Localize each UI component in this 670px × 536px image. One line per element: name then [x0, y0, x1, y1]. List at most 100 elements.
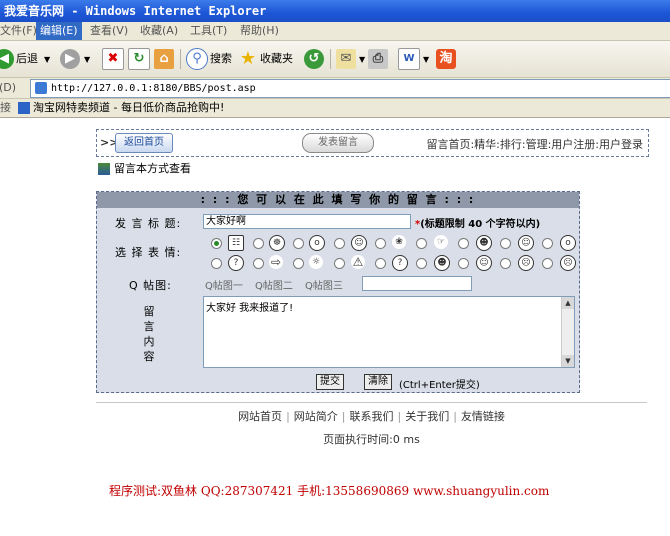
title-input[interactable]: 大家好啊 — [203, 214, 411, 229]
emotion-label: 选 择 表 情: — [115, 246, 182, 259]
emotion-radio-11[interactable] — [253, 258, 264, 269]
links-item[interactable]: 淘宝网特卖频道 - 每日低价商品抢购中! — [18, 99, 224, 117]
guestbook-icon — [98, 163, 110, 175]
taobao-button[interactable]: 淘 — [436, 47, 456, 71]
print-button[interactable]: ⎙ — [368, 47, 388, 71]
emotion-radio-17[interactable] — [500, 258, 511, 269]
shortcut-hint: (Ctrl+Enter提交) — [399, 380, 480, 391]
emotion-radio-4[interactable] — [334, 238, 345, 249]
footer-links: 网站首页 | 网站简介 | 联系我们 | 关于我们 | 友情链接 — [238, 410, 505, 423]
menu-view[interactable]: 查看(V) — [86, 22, 132, 40]
refresh-button[interactable]: ↻ — [128, 47, 150, 71]
stop-button[interactable]: ✖ — [102, 47, 124, 71]
favorites-button[interactable]: ★ 收藏夹 — [238, 47, 293, 71]
stop-icon: ✖ — [102, 48, 124, 70]
back-arrow-icon: ◀ — [0, 49, 14, 69]
emotion-radio-8[interactable] — [500, 238, 511, 249]
emotion-radio-16[interactable] — [458, 258, 469, 269]
footer-link-friends[interactable]: 友情链接 — [461, 410, 505, 423]
smile-face-icon: ☺ — [351, 235, 367, 251]
menu-tools[interactable]: 工具(T) — [186, 22, 231, 40]
back-button[interactable]: ◀ 后退 ▼ — [0, 47, 50, 71]
view-mode-link[interactable]: 留言本方式查看 — [98, 160, 191, 176]
star-icon: ★ — [239, 48, 257, 69]
emotion-radio-6[interactable] — [416, 238, 427, 249]
sunglasses-face-icon: ☻ — [434, 255, 450, 271]
mail-icon: ✉ — [336, 49, 356, 69]
menu-file[interactable]: 文件(F) — [0, 22, 41, 40]
forward-button[interactable]: ▶ ▼ — [60, 47, 90, 71]
forum-nav-bar: >> 返回首页 发表留言 留言首页:精华:排行:管理:用户注册:用户登录 — [96, 129, 649, 157]
history-icon: ↺ — [304, 49, 324, 69]
menu-help[interactable]: 帮助(H) — [236, 22, 283, 40]
title-note: *(标题限制 40 个字符以内) — [415, 219, 541, 230]
address-bar: 址(D) http://127.0.0.1:8180/BBS/post.asp — [0, 78, 670, 99]
emotion-radio-15[interactable] — [416, 258, 427, 269]
sad-face-icon: ☹ — [518, 255, 534, 271]
search-icon: ⚲ — [186, 48, 208, 70]
chevron-down-icon: ▼ — [423, 55, 430, 64]
question-icon: ? — [392, 255, 408, 271]
emotion-radio-13[interactable] — [334, 258, 345, 269]
history-button[interactable]: ↺ — [304, 47, 324, 71]
address-input[interactable]: http://127.0.0.1:8180/BBS/post.asp — [30, 79, 670, 98]
emotion-radio-5[interactable] — [375, 238, 386, 249]
message-label: 留言内容 — [143, 305, 155, 363]
cool-face-icon: ☺ — [518, 235, 534, 251]
browser-toolbar: ◀ 后退 ▼ ▶ ▼ ✖ ↻ ⌂ ⚲ 搜索 ★ 收藏夹 ↺ ✉ ▼ ⎙ W ▼ 淘 — [0, 41, 670, 78]
toolbar-separator — [330, 49, 331, 69]
footer-link-contact[interactable]: 联系我们 — [350, 410, 394, 423]
qpic-input[interactable] — [362, 276, 472, 291]
thumbs-up-icon: ☞ — [434, 235, 448, 249]
toolbar-separator — [180, 49, 181, 69]
post-message-button[interactable]: 发表留言 — [302, 133, 374, 153]
search-button[interactable]: ⚲ 搜索 — [186, 47, 232, 71]
surprised-face-icon: o — [309, 235, 325, 251]
home-button[interactable]: ⌂ — [154, 47, 174, 71]
shocked-face-icon: o — [560, 235, 576, 251]
footer-link-home[interactable]: 网站首页 — [238, 410, 282, 423]
emotion-radio-9[interactable] — [542, 238, 553, 249]
forum-nav-links[interactable]: 留言首页:精华:排行:管理:用户注册:用户登录 — [426, 136, 643, 152]
emotion-radio-2[interactable] — [253, 238, 264, 249]
emotion-radio-10[interactable] — [211, 258, 222, 269]
scroll-down-icon[interactable]: ▼ — [562, 355, 574, 367]
footer-link-about[interactable]: 关于我们 — [405, 410, 449, 423]
qpic-option-3[interactable]: Q帖图三 — [305, 277, 343, 292]
address-label: 址(D) — [0, 81, 17, 94]
footer-link-intro[interactable]: 网站简介 — [294, 410, 338, 423]
chevron-down-icon: ▼ — [44, 55, 51, 64]
edit-button[interactable]: W ▼ — [398, 47, 429, 71]
emotion-radio-3[interactable] — [293, 238, 304, 249]
page-icon — [18, 102, 30, 114]
menu-favorites[interactable]: 收藏(A) — [136, 22, 182, 40]
refresh-icon: ↻ — [128, 48, 150, 70]
message-textarea[interactable]: 大家好 我来报道了! ▲ ▼ — [203, 296, 575, 368]
grin-face-icon: ☻ — [476, 235, 492, 251]
emotion-radio-1[interactable] — [211, 238, 222, 249]
window-title: 我爱音乐网 - Windows Internet Explorer — [4, 4, 267, 18]
message-scrollbar[interactable]: ▲ ▼ — [561, 297, 574, 367]
mail-button[interactable]: ✉ ▼ — [336, 47, 365, 71]
submit-button[interactable]: 提交 — [316, 374, 344, 390]
leaf-icon: ❀ — [392, 235, 406, 249]
message-text: 大家好 我来报道了! — [206, 303, 294, 314]
scroll-up-icon[interactable]: ▲ — [562, 297, 574, 309]
confused-face-icon: ? — [228, 255, 244, 271]
qpic-option-2[interactable]: Q帖图二 — [255, 277, 293, 292]
emotion-radio-14[interactable] — [375, 258, 386, 269]
grimace-face-icon: ☸ — [269, 235, 285, 251]
emotion-radio-18[interactable] — [542, 258, 553, 269]
home-icon: ⌂ — [154, 49, 174, 69]
menu-edit[interactable]: 编辑(E) — [36, 22, 82, 40]
emotion-radio-12[interactable] — [293, 258, 304, 269]
qpic-label: Q 帖图: — [129, 279, 172, 292]
frown-face-icon: ☹ — [560, 255, 576, 271]
links-label: 接 — [0, 101, 11, 114]
clear-button[interactable]: 清除 — [364, 374, 392, 390]
back-home-button[interactable]: 返回首页 — [115, 133, 173, 153]
emotion-radio-7[interactable] — [458, 238, 469, 249]
qpic-option-1[interactable]: Q帖图一 — [205, 277, 243, 292]
page-icon — [35, 82, 47, 94]
credit-line: 程序测试:双鱼林 QQ:287307421 手机:13558690869 www… — [109, 484, 550, 498]
